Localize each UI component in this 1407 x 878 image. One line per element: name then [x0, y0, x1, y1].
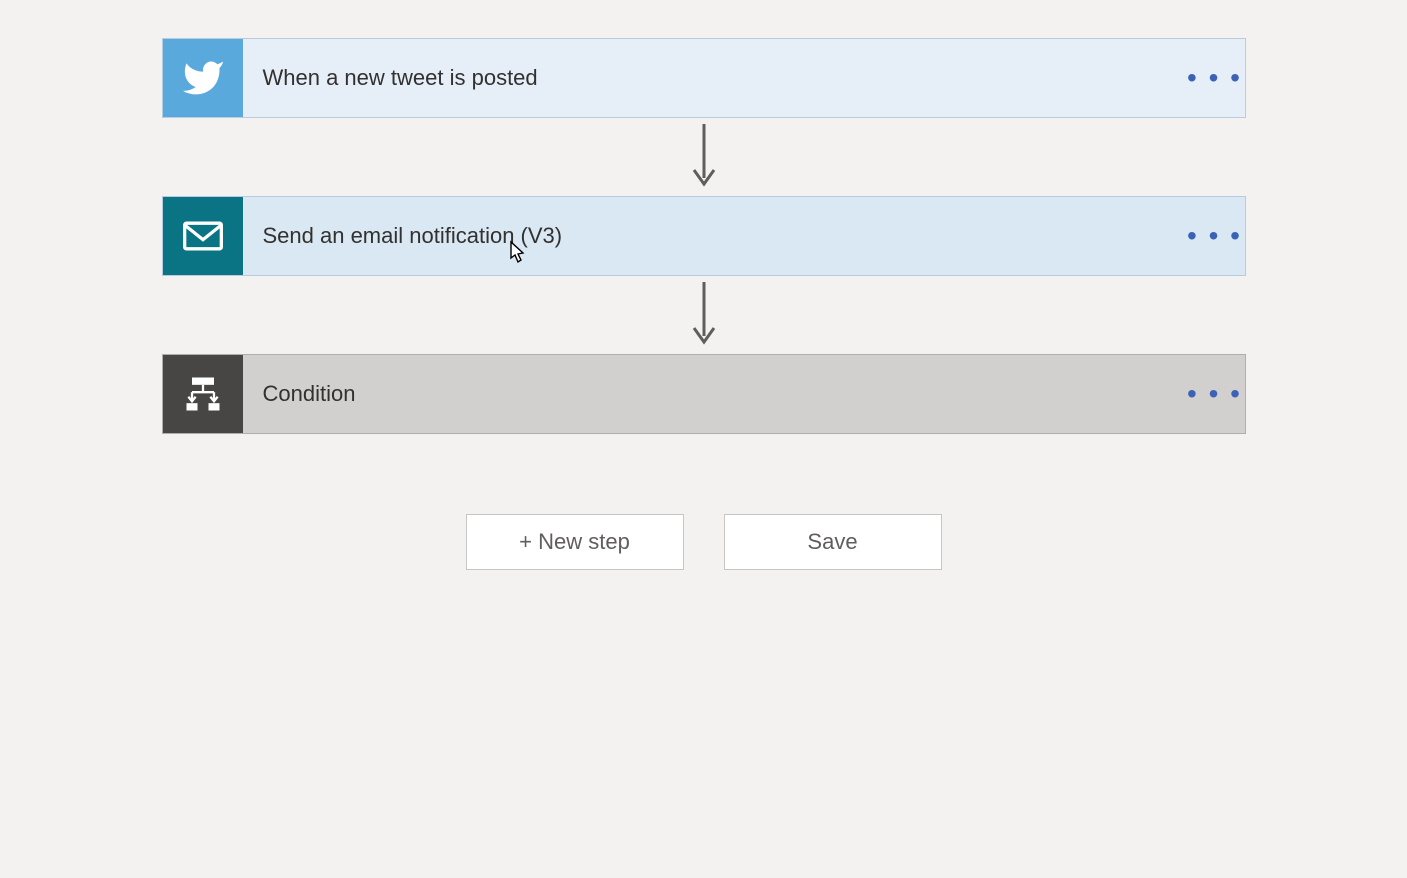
arrow-connector	[162, 276, 1246, 354]
ellipsis-icon: • • •	[1187, 378, 1242, 410]
flow-step-twitter-trigger[interactable]: When a new tweet is posted • • •	[162, 38, 1246, 118]
twitter-icon	[163, 39, 243, 117]
arrow-connector	[162, 118, 1246, 196]
step-menu-button[interactable]: • • •	[1185, 197, 1245, 275]
bottom-button-row: + New step Save	[162, 514, 1246, 570]
step-label-condition: Condition	[243, 355, 1185, 433]
save-button[interactable]: Save	[724, 514, 942, 570]
email-icon	[163, 197, 243, 275]
new-step-button[interactable]: + New step	[466, 514, 684, 570]
step-menu-button[interactable]: • • •	[1185, 39, 1245, 117]
ellipsis-icon: • • •	[1187, 62, 1242, 94]
condition-icon	[163, 355, 243, 433]
step-menu-button[interactable]: • • •	[1185, 355, 1245, 433]
flow-step-email-action[interactable]: Send an email notification (V3) • • •	[162, 196, 1246, 276]
flow-step-condition[interactable]: Condition • • •	[162, 354, 1246, 434]
ellipsis-icon: • • •	[1187, 220, 1242, 252]
step-label-twitter: When a new tweet is posted	[243, 39, 1185, 117]
step-label-email: Send an email notification (V3)	[243, 197, 1185, 275]
flow-designer: When a new tweet is posted • • • Send an…	[162, 0, 1246, 570]
